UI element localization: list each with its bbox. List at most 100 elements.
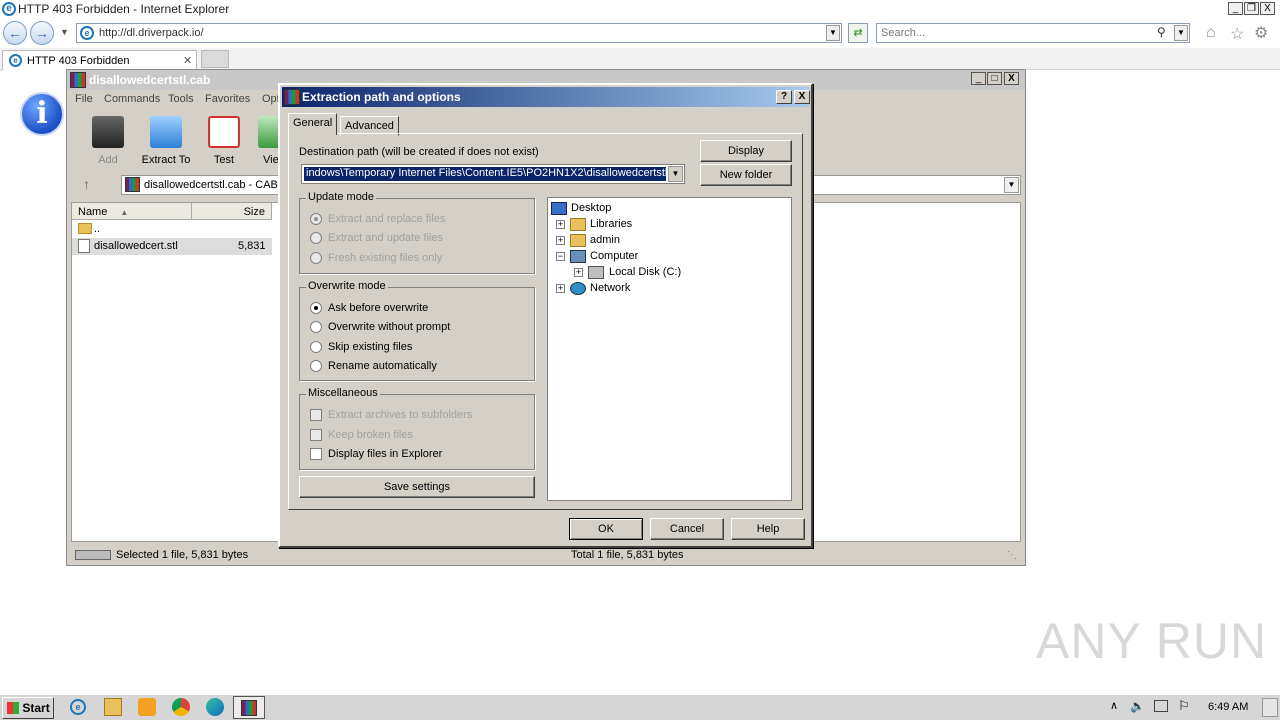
folder-up-icon bbox=[78, 223, 92, 234]
menu-file[interactable]: File bbox=[75, 93, 93, 105]
extract-to-button[interactable]: Extract To bbox=[135, 110, 197, 168]
refresh-icon[interactable]: ⇄ bbox=[848, 23, 868, 43]
taskbar-winrar-icon bbox=[241, 700, 257, 716]
file-row-selected[interactable]: disallowedcert.stl 5,831 bbox=[72, 238, 272, 255]
search-input[interactable]: Search... ⚲ ▼ bbox=[876, 23, 1190, 43]
display-button[interactable]: Display bbox=[700, 140, 792, 162]
add-button[interactable]: Add bbox=[77, 110, 139, 168]
radio-label: Skip existing files bbox=[328, 341, 413, 353]
extract-to-label: Extract To bbox=[141, 154, 191, 166]
winrar-maximize-button[interactable]: □ bbox=[987, 72, 1002, 85]
ok-button[interactable]: OK bbox=[569, 518, 643, 540]
winrar-logo-icon bbox=[70, 72, 86, 88]
up-arrow-icon[interactable]: ↑ bbox=[83, 176, 90, 192]
destination-path-value[interactable]: indows\Temporary Internet Files\Content.… bbox=[304, 167, 666, 181]
show-desktop-button[interactable] bbox=[1262, 698, 1278, 717]
collapse-icon[interactable]: − bbox=[556, 252, 565, 261]
path-dropdown-icon[interactable]: ▼ bbox=[1004, 177, 1019, 193]
destination-path-label: Destination path (will be created if doe… bbox=[299, 146, 539, 158]
browser-window-title: HTTP 403 Forbidden - Internet Explorer bbox=[18, 2, 230, 16]
libraries-folder-icon bbox=[570, 218, 586, 231]
dialog-help-button[interactable]: ? bbox=[776, 90, 792, 104]
browser-title-bar: e HTTP 403 Forbidden - Internet Explorer… bbox=[0, 0, 1280, 18]
new-folder-button[interactable]: New folder bbox=[700, 164, 792, 186]
taskbar-explorer-icon[interactable] bbox=[104, 698, 122, 716]
menu-commands[interactable]: Commands bbox=[104, 93, 160, 105]
menu-favorites[interactable]: Favorites bbox=[205, 93, 250, 105]
computer-icon bbox=[570, 250, 586, 263]
dialog-title-bar: Extraction path and options ? X bbox=[282, 87, 810, 107]
gear-icon[interactable]: ⚙ bbox=[1254, 23, 1268, 43]
favorites-star-icon[interactable]: ☆ bbox=[1230, 24, 1244, 44]
show-hidden-icons-icon[interactable]: ∧ bbox=[1110, 699, 1118, 712]
action-center-flag-icon[interactable]: ⚐ bbox=[1178, 698, 1190, 714]
taskbar-ie-icon[interactable]: e bbox=[70, 699, 86, 715]
expand-icon[interactable]: + bbox=[556, 284, 565, 293]
tree-label: Local Disk (C:) bbox=[609, 266, 682, 278]
tree-label: Network bbox=[590, 282, 631, 294]
destination-dropdown-icon[interactable]: ▼ bbox=[668, 166, 683, 182]
archive-icon bbox=[125, 177, 140, 192]
browser-tab[interactable]: e HTTP 403 Forbidden ✕ bbox=[2, 50, 197, 70]
address-text: http://dl.driverpack.io/ bbox=[99, 27, 204, 39]
winrar-minimize-button[interactable]: _ bbox=[971, 72, 986, 85]
search-icon[interactable]: ⚲ bbox=[1157, 25, 1166, 39]
tree-label: Desktop bbox=[571, 202, 612, 214]
radio-label: Overwrite without prompt bbox=[328, 321, 451, 333]
tab-title: HTTP 403 Forbidden bbox=[27, 55, 130, 67]
expand-icon[interactable]: + bbox=[556, 236, 565, 245]
disk-drive-icon bbox=[588, 266, 604, 279]
clock[interactable]: 6:49 AM bbox=[1208, 701, 1248, 713]
tab-close-icon[interactable]: ✕ bbox=[183, 54, 192, 67]
tab-general[interactable]: General bbox=[288, 113, 338, 135]
start-button[interactable]: Start bbox=[2, 697, 54, 719]
view-button[interactable]: Vie bbox=[251, 110, 281, 168]
volume-icon[interactable]: 🔈 bbox=[1130, 699, 1145, 713]
network-icon[interactable] bbox=[1154, 700, 1168, 712]
windows-logo-icon bbox=[7, 702, 19, 714]
taskbar: Start e ∧ 🔈 ⚐ 6:49 AM bbox=[0, 694, 1280, 720]
close-button[interactable]: X bbox=[1260, 2, 1275, 15]
menu-tools[interactable]: Tools bbox=[168, 93, 194, 105]
expand-icon[interactable]: + bbox=[556, 220, 565, 229]
winrar-close-button[interactable]: X bbox=[1004, 72, 1019, 85]
restore-button[interactable]: ❐ bbox=[1244, 2, 1259, 15]
resize-grip-icon[interactable]: ⋱ bbox=[1007, 550, 1017, 561]
taskbar-media-player-icon[interactable] bbox=[138, 698, 156, 716]
home-icon[interactable]: ⌂ bbox=[1206, 24, 1216, 42]
expand-icon[interactable]: + bbox=[574, 268, 583, 277]
destination-path-combo[interactable]: indows\Temporary Internet Files\Content.… bbox=[301, 164, 685, 184]
minimize-button[interactable]: _ bbox=[1228, 2, 1243, 15]
search-dropdown-icon[interactable]: ▼ bbox=[1174, 25, 1188, 41]
column-size[interactable]: Size bbox=[192, 203, 272, 220]
help-button[interactable]: Help bbox=[731, 518, 805, 540]
back-arrow-icon[interactable]: ← bbox=[3, 21, 27, 45]
radio-label: Extract and update files bbox=[328, 232, 443, 244]
taskbar-winrar-button[interactable] bbox=[233, 696, 265, 719]
test-button[interactable]: Test bbox=[193, 110, 255, 168]
column-name[interactable]: Name ▲ bbox=[72, 203, 192, 220]
status-selected: Selected 1 file, 5,831 bytes bbox=[116, 549, 249, 561]
winrar-title: disallowedcertstl.cab bbox=[89, 73, 211, 87]
new-tab-button[interactable] bbox=[201, 50, 229, 68]
miscellaneous-title: Miscellaneous bbox=[306, 387, 380, 399]
dialog-winrar-icon bbox=[284, 89, 300, 105]
dialog-close-button[interactable]: X bbox=[794, 90, 810, 104]
radio-label: Extract and replace files bbox=[328, 213, 446, 225]
radio-label: Rename automatically bbox=[328, 360, 437, 372]
archive-path: disallowedcertstl.cab - CAB bbox=[144, 179, 278, 191]
taskbar-edge-icon[interactable] bbox=[206, 698, 224, 716]
info-icon: i bbox=[20, 92, 64, 136]
tree-label: Libraries bbox=[590, 218, 633, 230]
address-dropdown-icon[interactable]: ▼ bbox=[826, 25, 840, 41]
address-bar[interactable]: e http://dl.driverpack.io/ ▼ bbox=[76, 23, 842, 43]
forward-arrow-icon[interactable]: → bbox=[30, 21, 54, 45]
taskbar-chrome-icon[interactable] bbox=[172, 698, 190, 716]
overwrite-mode-group: Overwrite mode Ask before overwrite Over… bbox=[299, 280, 535, 381]
save-settings-button[interactable]: Save settings bbox=[299, 476, 535, 498]
user-folder-icon bbox=[570, 234, 586, 247]
anyrun-watermark: ANY RUN bbox=[1036, 613, 1268, 669]
browser-tab-strip: e HTTP 403 Forbidden ✕ bbox=[0, 48, 1280, 70]
cancel-button[interactable]: Cancel bbox=[650, 518, 724, 540]
history-dropdown-icon[interactable]: ▼ bbox=[60, 27, 69, 37]
